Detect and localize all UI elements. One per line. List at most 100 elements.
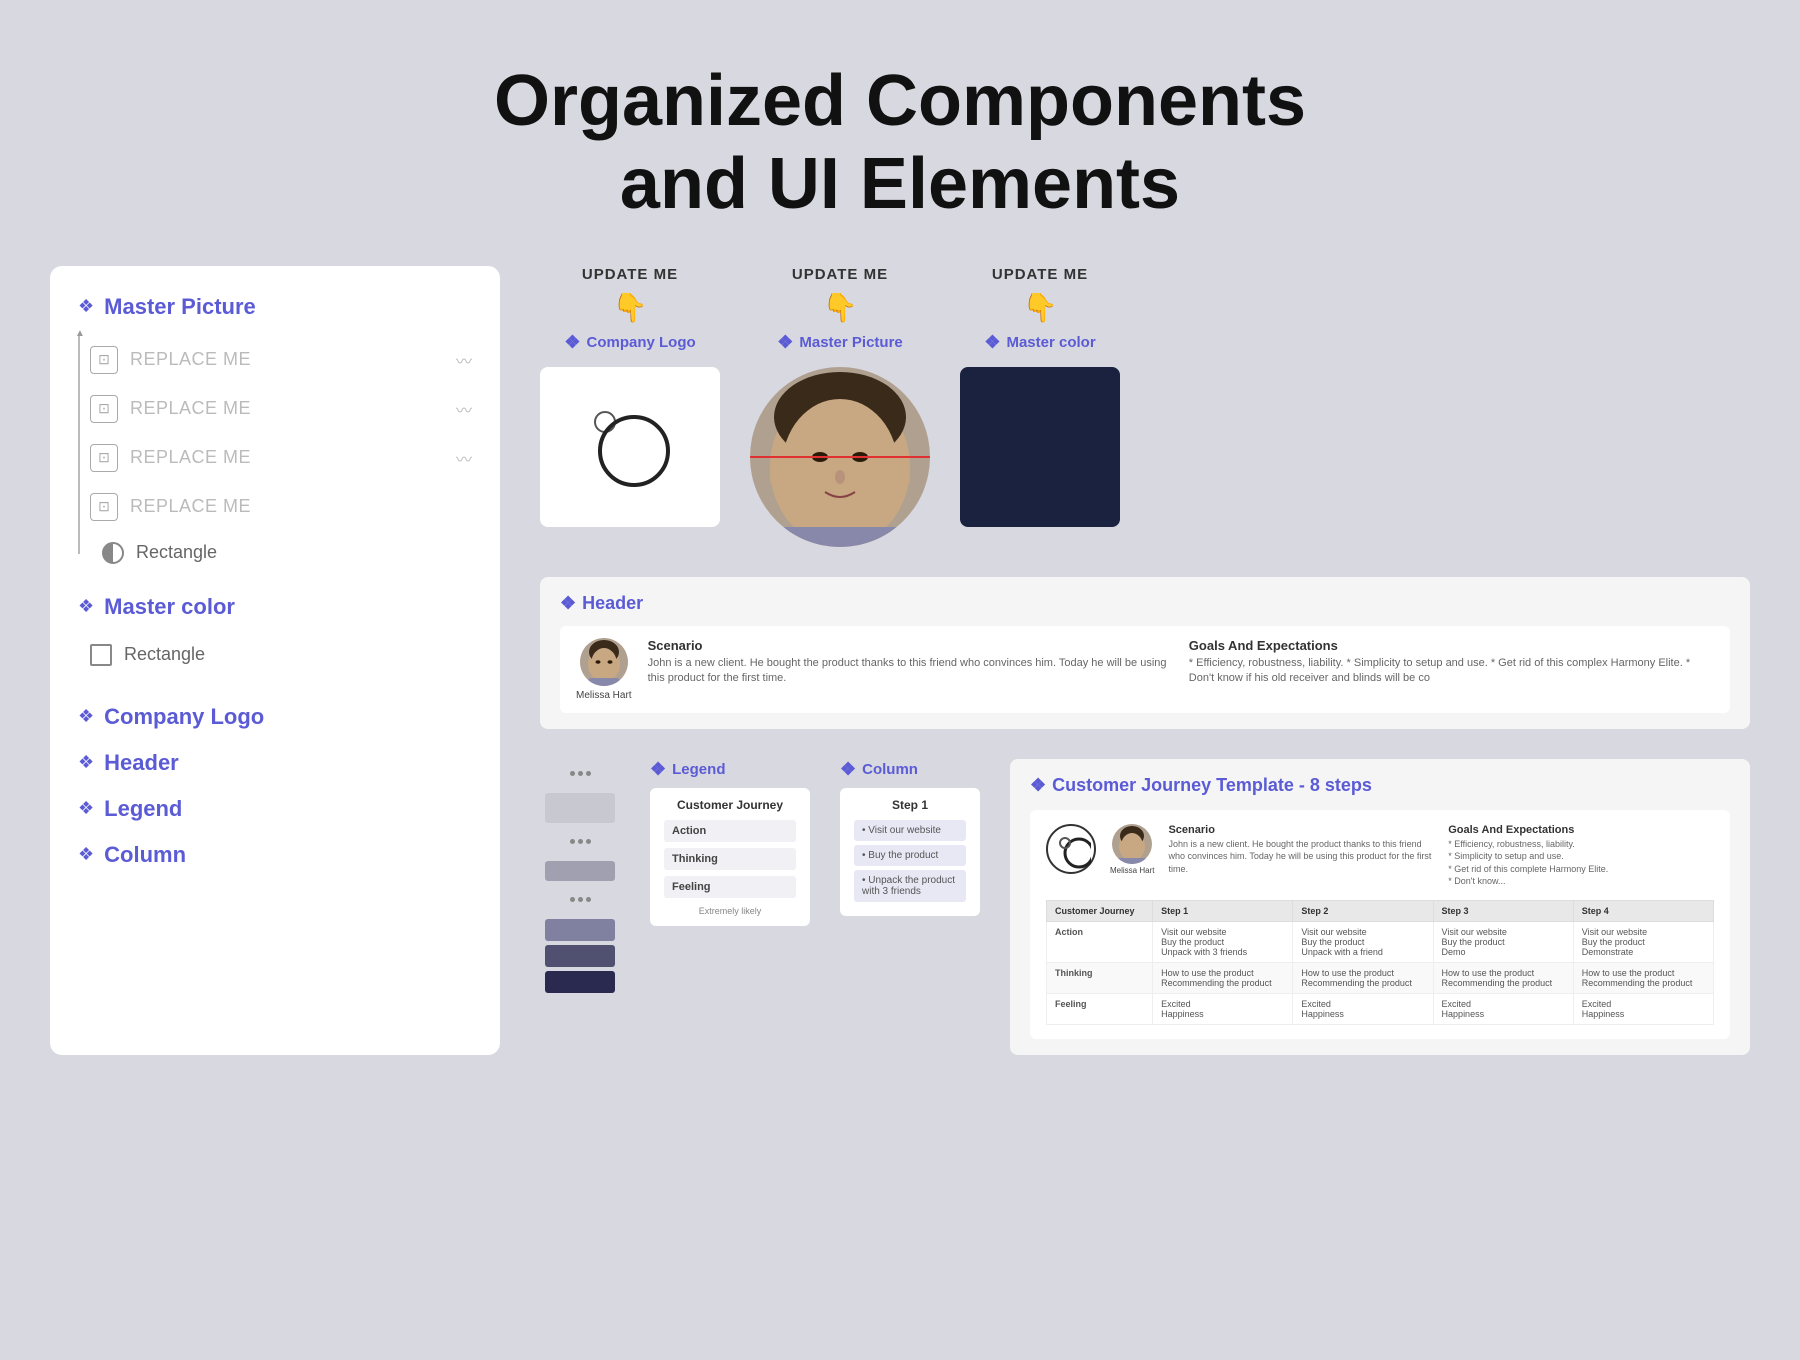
list-item[interactable]: ⊡ REPLACE ME 〰 [90,385,472,434]
card-subtitle-2: ❖ Master Picture [777,332,903,353]
eye-icon[interactable]: 〰 [456,446,472,470]
rect-box-icon [90,644,112,666]
cj-table: Customer Journey Step 1 Step 2 Step 3 St… [1046,900,1714,1025]
image-icon: ⊡ [90,444,118,472]
master-color-card: UPDATE ME 👇 ❖ Master color [960,266,1120,527]
face-svg [750,367,930,547]
nav-item-header[interactable]: ❖ Header [78,740,472,786]
diamond-icon: ❖ [78,296,94,317]
update-label-2: UPDATE ME [792,266,888,283]
nav-label: Column [104,842,186,868]
card-subtitle-1: ❖ Company Logo [564,332,695,353]
cj-th-step1: Step 1 [1153,900,1293,921]
cj-cell: ExcitedHappiness [1293,993,1433,1024]
thumb-strip-2 [545,861,615,881]
arrow-up-icon: ▲ [75,328,85,339]
legend-row: Action Thinking Feeling [664,820,796,898]
dot [570,897,575,902]
rect-item[interactable]: Rectangle [78,636,472,674]
avatar-svg [580,638,628,686]
col-bullet-3: • Unpack the product with 3 friends [854,870,966,902]
card-subtitle-label-1: Company Logo [586,334,695,351]
cj-title: Customer Journey Template - 8 steps [1052,775,1372,796]
header-section: ❖ Header [540,577,1750,729]
diamond-icon-cj: ❖ [1030,775,1046,796]
list-item[interactable]: ⊡ REPLACE ME 〰 [90,336,472,385]
avatar-col: Melissa Hart [576,638,632,701]
cj-avatar [1112,824,1152,864]
image-icon: ⊡ [90,346,118,374]
list-item-label: REPLACE ME [130,349,251,370]
thumb-dark2 [545,945,615,967]
nav-item-legend[interactable]: ❖ Legend [78,786,472,832]
eye-icon[interactable]: 〰 [456,348,472,372]
master-picture-card: UPDATE ME 👇 ❖ Master Picture [750,266,930,547]
page-title-area: Organized Components and UI Elements [0,0,1800,266]
diamond-icon-l: ❖ [650,759,666,780]
cj-cell: Visit our websiteBuy the productUnpack w… [1293,921,1433,962]
list-item[interactable]: ⊡ REPLACE ME 〰 [90,434,472,483]
dot [578,897,583,902]
rectangle-row[interactable]: Rectangle [90,532,472,574]
nav-label: Company Logo [104,704,264,730]
cj-scenario-box: Scenario John is a new client. He bought… [1168,824,1434,876]
cj-avatar-svg [1112,824,1152,864]
nav-item-company-logo[interactable]: ❖ Company Logo [78,694,472,740]
cj-top-row: Melissa Hart Scenario John is a new clie… [1046,824,1714,888]
legend-thinking: Thinking [664,848,796,870]
cj-goals-box: Goals And Expectations * Efficiency, rob… [1448,824,1714,888]
scenario-content: Scenario John is a new client. He bought… [648,638,1173,687]
header-section-title: ❖ Header [560,593,1730,614]
cj-cell: How to use the productRecommending the p… [1573,962,1713,993]
cj-th-journey: Customer Journey [1047,900,1153,921]
cj-avatar-name: Melissa Hart [1110,866,1154,875]
diamond-icon-4: ❖ [78,752,94,773]
diamond-icon-6: ❖ [78,844,94,865]
image-icon: ⊡ [90,493,118,521]
nav-item-column[interactable]: ❖ Column [78,832,472,878]
left-panel: ❖ Master Picture ▲ ⊡ REPLACE ME 〰 ⊡ REPL… [50,266,500,1055]
diamond-icon-mc: ❖ [984,332,1000,353]
dot [586,771,591,776]
col-bullet-1: • Visit our website [854,820,966,841]
table-row: Feeling ExcitedHappiness ExcitedHappines… [1047,993,1714,1024]
thumb-dots-2 [545,827,615,857]
card-subtitle-label-2: Master Picture [799,334,902,351]
col-bullet-2: • Buy the product [854,845,966,866]
list-item[interactable]: ⊡ REPLACE ME [90,483,472,532]
avatar-name: Melissa Hart [576,690,632,701]
card-subtitle-label-3: Master color [1006,334,1095,351]
update-label-3: UPDATE ME [992,266,1088,283]
thumb-dots-3 [545,885,615,915]
cj-th-step4: Step 4 [1573,900,1713,921]
list-item-left: ⊡ REPLACE ME [90,346,251,374]
top-cards-row: UPDATE ME 👇 ❖ Company Logo [540,266,1750,547]
cj-avatar-area: Melissa Hart [1110,824,1154,875]
goals-text: * Efficiency, robustness, liability. * S… [1189,656,1714,687]
dot [586,839,591,844]
cj-th-step3: Step 3 [1433,900,1573,921]
legend-card: Customer Journey Action Thinking Feeling… [650,788,810,926]
dot [570,771,575,776]
legend-section-header: ❖ Legend [650,759,810,780]
cj-row-thinking: Thinking [1047,962,1153,993]
legend-feeling: Feeling [664,876,796,898]
cj-cell: How to use the productRecommending the p… [1433,962,1573,993]
eye-icon[interactable]: 〰 [456,397,472,421]
card-subtitle-3: ❖ Master color [984,332,1095,353]
cj-scenario-text: John is a new client. He bought the prod… [1168,838,1434,876]
thumb-dots [545,759,615,789]
page-wrapper: Organized Components and UI Elements ❖ M… [0,0,1800,1360]
cj-goals-text: * Efficiency, robustness, liability. * S… [1448,838,1714,888]
cj-row-action: Action [1047,921,1153,962]
scenario-card: Melissa Hart Scenario John is a new clie… [560,626,1730,713]
page-title: Organized Components and UI Elements [0,60,1800,226]
cj-logo-svg [1051,829,1091,869]
header-title: Header [582,593,643,614]
list-item-left: ⊡ REPLACE ME [90,395,251,423]
cj-scenario-title: Scenario [1168,824,1434,836]
arrow-down-emoji-2: 👇 [823,291,858,324]
list-item-label: REPLACE ME [130,496,251,517]
diamond-icon-col: ❖ [840,759,856,780]
column-section-title: Column [862,761,918,778]
